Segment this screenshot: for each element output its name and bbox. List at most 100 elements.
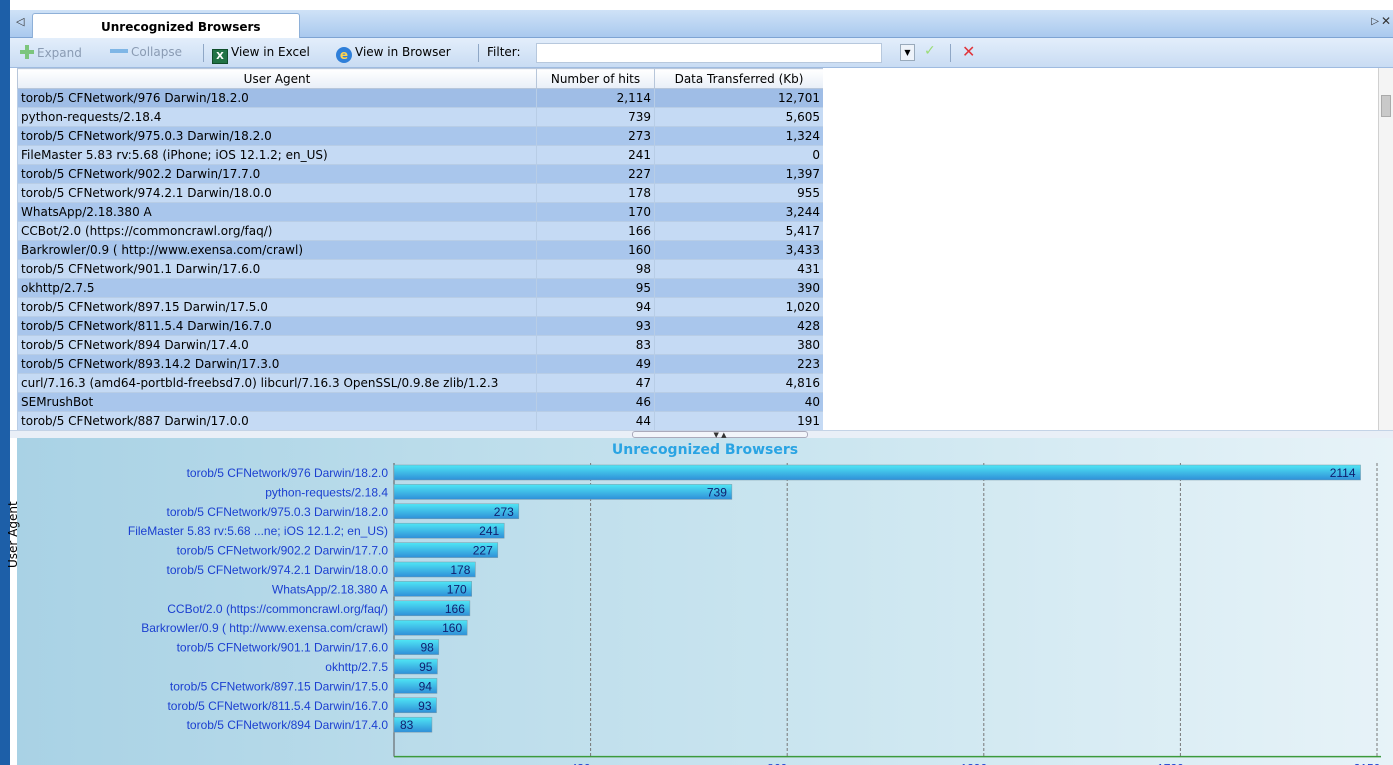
grid-body: torob/5 CFNetwork/976 Darwin/18.2.0 2,114… xyxy=(17,88,824,431)
cell-user-agent: torob/5 CFNetwork/811.5.4 Darwin/16.7.0 xyxy=(17,316,537,336)
chart-bar xyxy=(393,464,1361,481)
table-row[interactable]: python-requests/2.18.4 739 5,605 xyxy=(17,107,824,127)
plus-icon xyxy=(20,45,34,59)
cell-data-transferred: 1,397 xyxy=(654,164,824,184)
table-row[interactable]: curl/7.16.3 (amd64-portbld-freebsd7.0) l… xyxy=(17,373,824,393)
cell-hits: 739 xyxy=(536,107,655,127)
cell-data-transferred: 4,816 xyxy=(654,373,824,393)
close-icon[interactable]: ✕ xyxy=(1381,14,1391,28)
app-window: ◁ Unrecognized Browsers ▷ ✕ Expand Colla… xyxy=(0,0,1393,765)
category-label: torob/5 CFNetwork/894 Darwin/17.4.0 xyxy=(187,718,389,732)
cell-user-agent: WhatsApp/2.18.380 A xyxy=(17,202,537,222)
cell-hits: 241 xyxy=(536,145,655,165)
table-row[interactable]: torob/5 CFNetwork/902.2 Darwin/17.7.0 227… xyxy=(17,164,824,184)
category-label: FileMaster 5.83 rv:5.68 ...ne; iOS 12.1.… xyxy=(128,524,388,538)
table-row[interactable]: Barkrowler/0.9 ( http://www.exensa.com/c… xyxy=(17,240,824,260)
cell-user-agent: torob/5 CFNetwork/887 Darwin/17.0.0 xyxy=(17,411,537,431)
cell-user-agent: torob/5 CFNetwork/974.2.1 Darwin/18.0.0 xyxy=(17,183,537,203)
cell-data-transferred: 1,324 xyxy=(654,126,824,146)
bar-value-label: 94 xyxy=(419,679,433,693)
category-label: Barkrowler/0.9 ( http://www.exensa.com/c… xyxy=(141,621,388,635)
table-row[interactable]: okhttp/2.7.5 95 390 xyxy=(17,278,824,298)
category-label: torob/5 CFNetwork/902.2 Darwin/17.7.0 xyxy=(177,544,389,558)
minus-icon xyxy=(110,49,128,53)
excel-icon: X xyxy=(212,49,228,64)
bar-value-label: 2114 xyxy=(1330,466,1356,480)
tab-unrecognized-browsers[interactable]: Unrecognized Browsers xyxy=(32,13,300,39)
filter-dropdown-icon[interactable]: ▼ xyxy=(900,44,915,61)
cell-data-transferred: 380 xyxy=(654,335,824,355)
bar-value-label: 93 xyxy=(418,699,432,713)
x-tick-label: 2150 xyxy=(1354,762,1381,765)
category-label: torob/5 CFNetwork/974.2.1 Darwin/18.0.0 xyxy=(167,563,389,577)
bar-value-label: 241 xyxy=(479,524,499,538)
cell-data-transferred: 428 xyxy=(654,316,824,336)
collapse-button[interactable]: Collapse xyxy=(110,45,182,59)
vertical-scrollbar[interactable] xyxy=(1378,68,1393,430)
apply-filter-icon[interactable]: ✓ xyxy=(924,43,936,59)
cell-hits: 94 xyxy=(536,297,655,317)
category-label: torob/5 CFNetwork/897.15 Darwin/17.5.0 xyxy=(170,679,388,693)
bar-value-label: 273 xyxy=(494,505,514,519)
data-grid: User Agent Number of hits Data Transferr… xyxy=(17,68,824,431)
cell-user-agent: okhttp/2.7.5 xyxy=(17,278,537,298)
cell-hits: 170 xyxy=(536,202,655,222)
bar-value-label: 98 xyxy=(420,641,434,655)
table-row[interactable]: torob/5 CFNetwork/897.15 Darwin/17.5.0 94… xyxy=(17,297,824,317)
table-row[interactable]: torob/5 CFNetwork/901.1 Darwin/17.6.0 98 4… xyxy=(17,259,824,279)
cell-hits: 47 xyxy=(536,373,655,393)
category-label: CCBot/2.0 (https://commoncrawl.org/faq/) xyxy=(167,602,388,616)
clear-filter-icon[interactable]: ✕ xyxy=(962,42,975,61)
cell-data-transferred: 12,701 xyxy=(654,88,824,108)
table-row[interactable]: torob/5 CFNetwork/887 Darwin/17.0.0 44 191 xyxy=(17,411,824,431)
category-label: torob/5 CFNetwork/901.1 Darwin/17.6.0 xyxy=(177,641,389,655)
table-row[interactable]: torob/5 CFNetwork/976 Darwin/18.2.0 2,114… xyxy=(17,88,824,108)
grid-header-row: User Agent Number of hits Data Transferr… xyxy=(17,68,824,89)
cell-data-transferred: 40 xyxy=(654,392,824,412)
view-in-excel-button[interactable]: X View in Excel xyxy=(212,45,310,64)
cell-user-agent: SEMrushBot xyxy=(17,392,537,412)
bar-value-label: 83 xyxy=(400,718,414,732)
category-label: torob/5 CFNetwork/975.0.3 Darwin/18.2.0 xyxy=(167,505,389,519)
column-header-user-agent[interactable]: User Agent xyxy=(17,68,537,89)
tab-scroll-right-icon[interactable]: ▷ xyxy=(1371,16,1379,27)
scrollbar-thumb[interactable] xyxy=(1381,95,1391,117)
cell-user-agent: torob/5 CFNetwork/893.14.2 Darwin/17.3.0 xyxy=(17,354,537,374)
table-row[interactable]: torob/5 CFNetwork/893.14.2 Darwin/17.3.0… xyxy=(17,354,824,374)
window-top-border xyxy=(10,0,1393,10)
column-header-hits[interactable]: Number of hits xyxy=(536,68,655,89)
cell-user-agent: Barkrowler/0.9 ( http://www.exensa.com/c… xyxy=(17,240,537,260)
table-row[interactable]: torob/5 CFNetwork/975.0.3 Darwin/18.2.0 2… xyxy=(17,126,824,146)
cell-user-agent: torob/5 CFNetwork/975.0.3 Darwin/18.2.0 xyxy=(17,126,537,146)
collapse-label: Collapse xyxy=(131,45,182,59)
cell-data-transferred: 223 xyxy=(654,354,824,374)
splitter-grip-icon[interactable]: ▼ ▲ xyxy=(632,431,808,439)
cell-hits: 166 xyxy=(536,221,655,241)
window-left-border xyxy=(0,0,10,765)
cell-data-transferred: 1,020 xyxy=(654,297,824,317)
bar-value-label: 739 xyxy=(707,485,727,499)
category-label: torob/5 CFNetwork/811.5.4 Darwin/16.7.0 xyxy=(167,699,388,713)
view-in-browser-button[interactable]: e View in Browser xyxy=(336,45,451,63)
table-row[interactable]: SEMrushBot 46 40 xyxy=(17,392,824,412)
table-row[interactable]: torob/5 CFNetwork/894 Darwin/17.4.0 83 380 xyxy=(17,335,824,355)
category-label: okhttp/2.7.5 xyxy=(325,660,388,674)
expand-button[interactable]: Expand xyxy=(20,45,82,60)
cell-user-agent: FileMaster 5.83 rv:5.68 (iPhone; iOS 12.… xyxy=(17,145,537,165)
column-header-data[interactable]: Data Transferred (Kb) xyxy=(654,68,824,89)
table-row[interactable]: torob/5 CFNetwork/811.5.4 Darwin/16.7.0 9… xyxy=(17,316,824,336)
cell-hits: 93 xyxy=(536,316,655,336)
table-row[interactable]: WhatsApp/2.18.380 A 170 3,244 xyxy=(17,202,824,222)
excel-label: View in Excel xyxy=(231,45,310,59)
bar-value-label: 95 xyxy=(419,660,433,674)
panel-splitter[interactable]: ▼ ▲ xyxy=(10,430,1393,439)
filter-input[interactable] xyxy=(536,43,882,63)
tab-scroll-left-icon[interactable]: ◁ xyxy=(16,15,24,28)
x-tick-label: 1290 xyxy=(960,762,987,765)
table-row[interactable]: torob/5 CFNetwork/974.2.1 Darwin/18.0.0 1… xyxy=(17,183,824,203)
table-row[interactable]: CCBot/2.0 (https://commoncrawl.org/faq/)… xyxy=(17,221,824,241)
cell-data-transferred: 3,244 xyxy=(654,202,824,222)
table-row[interactable]: FileMaster 5.83 rv:5.68 (iPhone; iOS 12.… xyxy=(17,145,824,165)
toolbar: Expand Collapse X View in Excel e View in … xyxy=(10,38,1393,68)
tab-label: Unrecognized Browsers xyxy=(101,20,261,34)
